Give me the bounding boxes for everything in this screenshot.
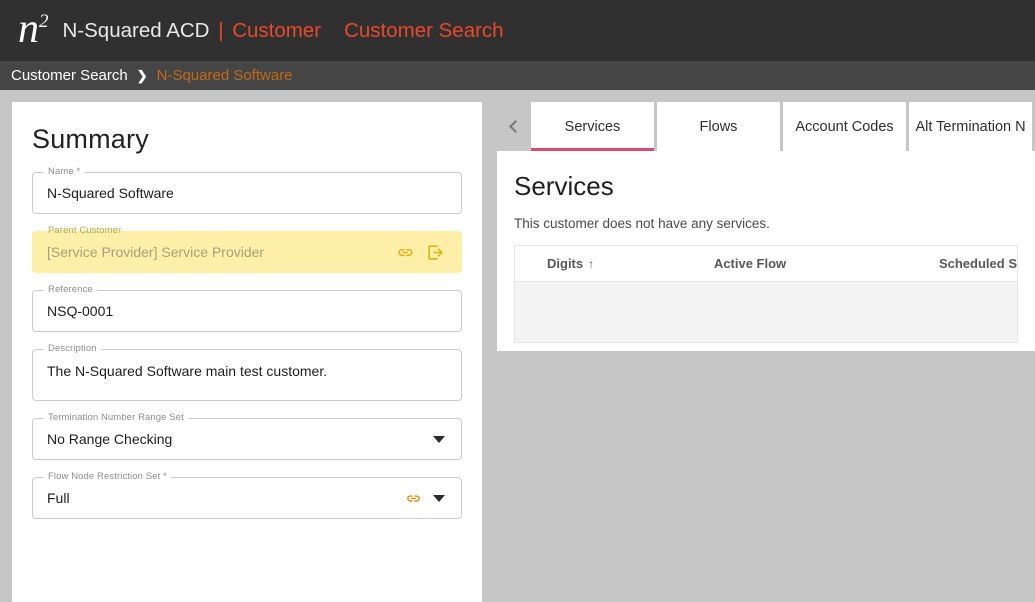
services-table: Digits ↑ Active Flow Scheduled S [514,245,1018,343]
link-icon[interactable] [405,490,422,507]
field-termination-number-range-set-label: Termination Number Range Set [44,412,188,423]
field-parent-customer[interactable]: Parent Customer [Service Provider] Servi… [32,231,462,273]
column-header-scheduled[interactable]: Scheduled S [939,256,1017,271]
column-header-digits-label: Digits [547,256,583,271]
breadcrumb-item-customer-search[interactable]: Customer Search [11,67,128,84]
chevron-down-icon[interactable] [433,436,445,443]
logo-superscript: 2 [39,11,49,32]
tab-services[interactable]: Services [531,102,654,151]
services-table-header: Digits ↑ Active Flow Scheduled S [515,246,1017,282]
tab-bar: Services Flows Account Codes Alt Termina… [497,102,1035,151]
field-parent-customer-actions [396,243,461,262]
column-header-digits[interactable]: Digits ↑ [515,256,714,271]
services-table-body [515,282,1017,342]
page-body: Summary Name * N-Squared Software Parent… [0,90,1035,500]
chevron-down-icon[interactable] [433,495,445,502]
field-flow-node-restriction-set[interactable]: Flow Node Restriction Set * Full [32,477,462,519]
app-header: n2 N-Squared ACD | Customer Customer Sea… [0,0,1035,61]
field-termination-number-range-set[interactable]: Termination Number Range Set No Range Ch… [32,418,462,460]
services-empty-message: This customer does not have any services… [514,216,1035,231]
app-title-text: N-Squared ACD [63,19,210,42]
services-panel: Services This customer does not have any… [497,151,1035,351]
open-external-icon[interactable] [426,243,445,262]
field-name-label: Name * [44,166,84,177]
field-name[interactable]: Name * N-Squared Software [32,172,462,214]
field-termination-number-range-set-value: No Range Checking [33,431,172,447]
field-description-label: Description [44,343,101,354]
tab-flows[interactable]: Flows [657,102,780,151]
field-name-value: N-Squared Software [33,185,174,201]
field-flow-node-restriction-set-actions [405,490,461,507]
app-logo: n2 [18,8,49,50]
field-flow-node-restriction-set-value: Full [33,490,70,506]
field-reference-value: NSQ-0001 [33,303,113,319]
field-reference[interactable]: Reference NSQ-0001 [32,290,462,332]
services-title: Services [514,171,1035,202]
nav-link-customer-search[interactable]: Customer Search [344,19,504,43]
link-icon[interactable] [396,243,415,262]
page-title: Summary [32,124,482,155]
tab-account-codes-label: Account Codes [795,119,893,135]
sort-ascending-icon: ↑ [588,257,594,271]
field-parent-customer-value: [Service Provider] Service Provider [33,244,264,260]
chevron-left-icon [509,120,522,133]
app-title: N-Squared ACD | Customer [63,19,322,43]
logo-letter: n [18,6,39,52]
field-flow-node-restriction-set-label: Flow Node Restriction Set * [44,471,171,482]
field-description-value: The N-Squared Software main test custome… [33,350,327,379]
app-title-section: Customer [232,19,321,42]
field-reference-label: Reference [44,284,97,295]
field-parent-customer-label: Parent Customer [44,225,125,236]
field-description[interactable]: Description The N-Squared Software main … [32,349,462,401]
tab-account-codes[interactable]: Account Codes [783,102,906,151]
tab-scroll-left-button[interactable] [497,102,531,151]
tab-alt-termination-numbers[interactable]: Alt Termination N [909,102,1032,151]
column-header-scheduled-label: Scheduled S [939,256,1017,271]
column-header-active-flow[interactable]: Active Flow [714,256,939,271]
breadcrumb: Customer Search ❯ N-Squared Software [0,61,1035,90]
tab-flows-label: Flows [700,119,738,135]
chevron-right-icon: ❯ [137,69,148,82]
app-title-separator: | [218,19,223,42]
column-header-active-flow-label: Active Flow [714,256,786,271]
summary-panel: Summary Name * N-Squared Software Parent… [12,102,482,602]
breadcrumb-current: N-Squared Software [157,67,293,84]
tab-services-label: Services [565,119,621,135]
tab-alt-termination-numbers-label: Alt Termination N [915,119,1025,135]
